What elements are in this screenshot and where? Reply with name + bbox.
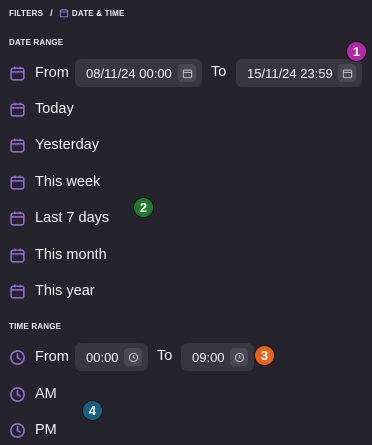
time-picker-button[interactable] — [230, 348, 248, 366]
time-preset-am[interactable]: AM — [9, 379, 57, 409]
annotation-badge-1: 1 — [346, 41, 367, 62]
date-preset-label: This month — [35, 247, 107, 263]
date-from-row: From — [9, 58, 69, 88]
time-to-label: To — [157, 348, 173, 364]
date-from-label: From — [35, 65, 69, 81]
time-preset-label: PM — [35, 422, 57, 438]
time-from-value: 00:00 — [86, 349, 119, 365]
date-to-label: To — [211, 64, 227, 80]
date-to-field[interactable]: 15/11/24 23:59 — [236, 59, 362, 87]
time-picker-button[interactable] — [124, 348, 142, 366]
date-preset-this-year[interactable]: This year — [9, 276, 95, 306]
calendar-icon — [9, 101, 26, 118]
date-from-field[interactable]: 08/11/24 00:00 — [75, 59, 202, 87]
date-preset-label: Today — [35, 101, 74, 117]
date-preset-label: Yesterday — [35, 137, 99, 153]
breadcrumb-separator: / — [50, 8, 53, 18]
time-preset-label: AM — [35, 386, 57, 402]
time-preset-pm[interactable]: PM — [9, 415, 57, 445]
time-from-label: From — [35, 349, 69, 365]
date-preset-this-month[interactable]: This month — [9, 240, 107, 270]
calendar-icon — [9, 283, 26, 300]
clock-icon — [9, 422, 26, 439]
date-preset-label: This week — [35, 174, 101, 190]
calendar-icon — [59, 8, 69, 18]
calendar-picker-button[interactable] — [338, 64, 356, 82]
annotation-badge-4: 4 — [82, 400, 103, 421]
breadcrumb-root[interactable]: FILTERS — [9, 9, 43, 18]
breadcrumb-current: DATE & TIME — [71, 8, 125, 18]
calendar-icon — [9, 210, 26, 227]
time-from-field[interactable]: 00:00 — [75, 343, 148, 371]
annotation-badge-3: 3 — [254, 345, 275, 366]
date-preset-today[interactable]: Today — [9, 94, 74, 124]
date-preset-label: This year — [35, 283, 95, 299]
date-preset-this-week[interactable]: This week — [9, 167, 100, 197]
breadcrumb: FILTERS / DATE & TIME — [9, 7, 125, 19]
time-to-value: 09:00 — [192, 349, 225, 365]
date-to-value: 15/11/24 23:59 — [247, 65, 333, 81]
annotation-badge-2: 2 — [133, 197, 154, 218]
date-preset-yesterday[interactable]: Yesterday — [9, 130, 99, 160]
clock-icon — [9, 349, 26, 366]
time-range-title: TIME RANGE — [9, 322, 62, 331]
time-to-field[interactable]: 09:00 — [181, 343, 254, 371]
date-range-title: DATE RANGE — [9, 38, 64, 47]
calendar-icon — [9, 65, 26, 82]
clock-icon — [9, 386, 26, 403]
calendar-picker-button[interactable] — [178, 64, 196, 82]
date-preset-label: Last 7 days — [35, 210, 110, 226]
date-preset-last-7-days[interactable]: Last 7 days — [9, 203, 109, 233]
time-from-row: From — [9, 342, 69, 372]
calendar-icon — [9, 174, 26, 191]
calendar-icon — [9, 137, 26, 154]
calendar-icon — [9, 247, 26, 264]
date-from-value: 08/11/24 00:00 — [86, 65, 172, 81]
